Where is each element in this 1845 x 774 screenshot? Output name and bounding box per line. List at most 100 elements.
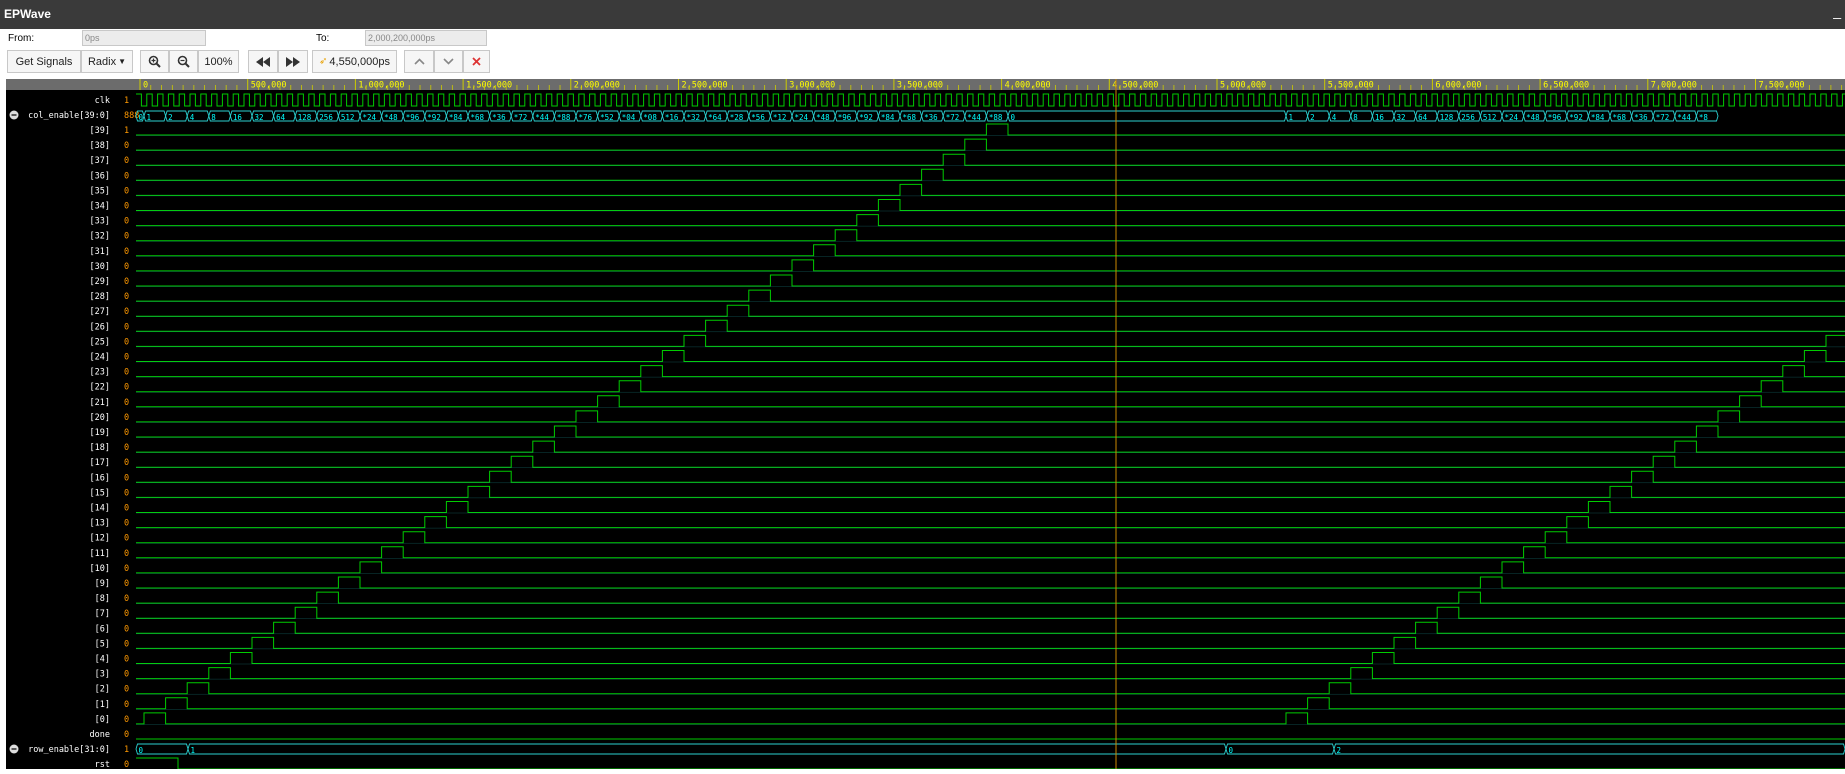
signal-name: [39] — [90, 126, 110, 136]
signal-value: 0 — [124, 715, 129, 725]
signal-name: [9] — [95, 579, 110, 589]
chevron-up-icon — [413, 58, 425, 65]
up-button[interactable] — [404, 50, 434, 73]
ruler-label: 1,000,000 — [358, 81, 404, 91]
signal-value: 0 — [124, 171, 129, 181]
signal-name: [26] — [90, 322, 110, 332]
signal-value: 0 — [124, 307, 129, 317]
close-button[interactable] — [463, 50, 490, 73]
forward-button[interactable] — [278, 50, 308, 73]
bus-value: *56 — [751, 113, 765, 122]
bus-value: *84 — [1591, 113, 1605, 122]
get-signals-button[interactable]: Get Signals — [7, 50, 81, 73]
signal-value: 0 — [124, 277, 129, 287]
bus-value: 256 — [1461, 113, 1475, 122]
forward-icon — [286, 56, 300, 67]
bit-waveform — [136, 183, 1845, 196]
cursor-time-label: 4,550,000ps — [329, 55, 390, 68]
zoom-level-button[interactable]: 100% — [198, 50, 239, 73]
waveform-canvas[interactable]: 0 500,000 1,000,000 1,500,000 2,000,000 2,500… — [6, 79, 1845, 770]
down-button[interactable] — [434, 50, 463, 73]
signal-name: [2] — [95, 685, 110, 695]
bus-value: 16 — [1375, 113, 1385, 122]
signal-value: 0 — [124, 519, 129, 529]
bus-value: 8 — [1353, 113, 1358, 122]
ruler-label: 2,500,000 — [682, 81, 728, 91]
signal-value: 0 — [124, 624, 129, 634]
bus-value: 16 — [233, 113, 243, 122]
rewind-icon — [256, 56, 270, 67]
signal-value: 0 — [124, 685, 129, 695]
signal-value: 0 — [124, 670, 129, 680]
signal-name: [8] — [95, 594, 110, 604]
bus-value: 0 — [1011, 113, 1016, 122]
zoom-in-button[interactable] — [140, 50, 169, 73]
signal-value: 0 — [124, 458, 129, 468]
bus-value: *48 — [1526, 113, 1540, 122]
signal-name: [6] — [95, 624, 110, 634]
chevron-down-icon — [443, 58, 454, 65]
bus-value: *24 — [1505, 113, 1519, 122]
bus-value: *68 — [471, 113, 485, 122]
app-title: EPWave — [4, 7, 51, 21]
bit-waveform — [136, 304, 1845, 317]
signal-name: [21] — [90, 398, 110, 408]
zoom-out-button[interactable] — [169, 50, 198, 73]
radix-label: Radix — [87, 55, 117, 68]
bus-segment — [1007, 110, 1287, 122]
signal-name: [30] — [90, 262, 110, 272]
signal-value: 0 — [124, 368, 129, 378]
signal-value: 0 — [124, 443, 129, 453]
signal-value: 0 — [124, 700, 129, 710]
bus-segment — [1333, 743, 1845, 755]
from-input[interactable]: 0ps — [82, 30, 206, 46]
bit-waveform — [136, 334, 1845, 347]
toolbar: Get Signals Radix ▼ 100% ➶ 4,550,000ps — [0, 49, 1845, 77]
ruler-label: 6,500,000 — [1543, 81, 1589, 91]
to-input[interactable]: 2,000,200,000ps — [365, 30, 487, 46]
signal-value: 0 — [124, 549, 129, 559]
signal-value: 0 — [124, 322, 129, 332]
close-icon — [472, 57, 481, 66]
bit-waveform — [136, 410, 1845, 423]
cursor-time-button[interactable]: ➶ 4,550,000ps — [312, 50, 397, 73]
caret-down-icon: ▼ — [118, 57, 127, 66]
signal-value: 0 — [124, 655, 129, 665]
signal-name: [19] — [90, 428, 110, 438]
signal-name: [1] — [95, 700, 110, 710]
rewind-button[interactable] — [248, 50, 278, 73]
bit-waveform — [136, 380, 1845, 393]
bus-value: 4 — [1332, 113, 1337, 122]
bus-value: 0 — [139, 746, 144, 755]
bus-value: *24 — [795, 113, 809, 122]
signal-value: 1 — [124, 96, 129, 106]
bus-value: *8 — [1699, 113, 1709, 122]
signal-value: 0 — [124, 262, 129, 272]
bus-value: *68 — [903, 113, 917, 122]
ruler-label: 5,000,000 — [1220, 81, 1266, 91]
signal-name: [7] — [95, 609, 110, 619]
bus-value: 64 — [1418, 113, 1428, 122]
bus-value: *44 — [1677, 113, 1691, 122]
bit-waveform — [136, 425, 1845, 438]
signal-value: 0 — [124, 202, 129, 212]
bus-segment — [135, 743, 189, 755]
bus-value: *52 — [600, 113, 614, 122]
waveform-panel[interactable]: 0 500,000 1,000,000 1,500,000 2,000,000 2,500… — [6, 79, 1845, 770]
zoom-in-icon — [148, 55, 161, 68]
bus-value: *16 — [665, 113, 679, 122]
ruler-label: 3,500,000 — [897, 81, 943, 91]
signal-name: [14] — [90, 504, 110, 514]
minimize-button[interactable]: _ — [1833, 3, 1841, 19]
radix-button[interactable]: Radix ▼ — [81, 50, 133, 73]
signal-name: [35] — [90, 186, 110, 196]
title-bar: EPWave _ — [0, 0, 1845, 29]
signal-name: [32] — [90, 232, 110, 242]
bus-value: *92 — [1569, 113, 1583, 122]
bus-value: 64 — [276, 113, 286, 122]
signal-name: [3] — [95, 670, 110, 680]
signal-name: [22] — [90, 383, 110, 393]
signal-value: 1 — [124, 745, 129, 755]
signal-name: rst — [95, 760, 110, 769]
bus-value: *96 — [406, 113, 420, 122]
